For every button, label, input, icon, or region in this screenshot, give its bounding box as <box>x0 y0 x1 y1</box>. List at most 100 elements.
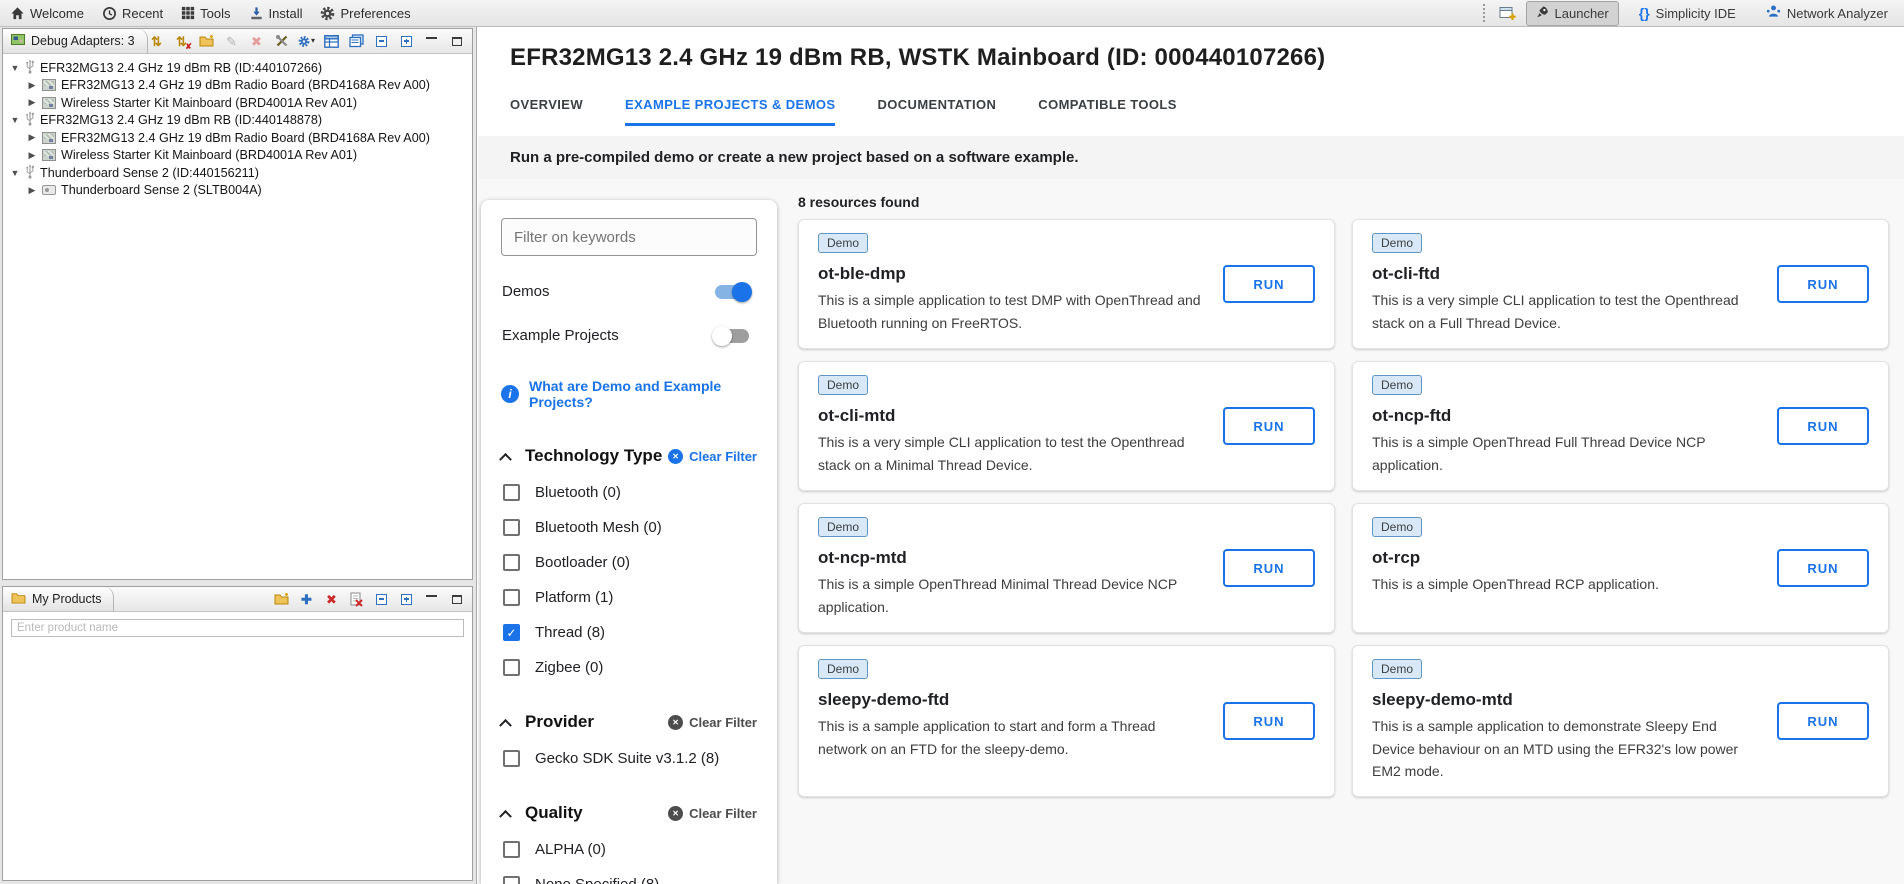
add-product-icon[interactable]: ✚ <box>298 591 315 608</box>
tree-row[interactable]: ▼ Thunderboard Sense 2 (ID:440156211) <box>3 164 472 182</box>
minimize-icon[interactable] <box>423 591 440 608</box>
connect-icon[interactable]: ⇅ <box>148 33 165 50</box>
run-button[interactable]: RUN <box>1777 702 1869 740</box>
technology-type-clear-filter[interactable]: ✕ Clear Filter <box>668 449 757 464</box>
card-title: ot-ble-dmp <box>818 264 1207 284</box>
cards-grid: Demo ot-ble-dmp This is a simple applica… <box>798 219 1896 797</box>
filter-option-zigbee[interactable]: Zigbee (0) <box>501 659 757 676</box>
checkbox[interactable] <box>503 750 520 767</box>
table-view-icon[interactable] <box>323 33 340 50</box>
run-button[interactable]: RUN <box>1223 702 1315 740</box>
expander-icon[interactable]: ▶ <box>27 150 37 161</box>
expander-icon[interactable]: ▼ <box>10 63 20 73</box>
filter-option-bluetooth[interactable]: Bluetooth (0) <box>501 484 757 501</box>
expander-icon[interactable]: ▼ <box>10 115 20 125</box>
maximize-icon[interactable] <box>448 591 465 608</box>
quality-section-header: Quality ✕ Clear Filter <box>501 803 757 823</box>
chevron-up-icon[interactable] <box>499 452 512 465</box>
rename-icon[interactable]: ✎ <box>223 33 240 50</box>
info-link-row: i What are Demo and Example Projects? <box>501 378 757 410</box>
card-description: This is a simple OpenThread RCP applicat… <box>1372 573 1761 596</box>
new-folder-icon[interactable] <box>273 591 290 608</box>
collapse-all-icon[interactable] <box>373 33 390 50</box>
perspective-network-analyzer[interactable]: Network Analyzer <box>1756 0 1898 26</box>
checkbox-checked[interactable]: ✓ <box>503 624 520 641</box>
menu-install[interactable]: Install <box>249 6 303 21</box>
layered-view-icon[interactable] <box>348 33 365 50</box>
demos-toggle[interactable] <box>715 285 749 299</box>
tree-row-label: Wireless Starter Kit Mainboard (BRD4001A… <box>61 96 357 110</box>
expander-icon[interactable]: ▶ <box>27 132 37 143</box>
run-button[interactable]: RUN <box>1777 549 1869 587</box>
run-button[interactable]: RUN <box>1223 265 1315 303</box>
perspective-launcher[interactable]: Launcher <box>1526 1 1619 26</box>
tab-documentation[interactable]: DOCUMENTATION <box>877 97 996 126</box>
tree-row[interactable]: ▼ EFR32MG13 2.4 GHz 19 dBm RB (ID:440107… <box>3 59 472 77</box>
card-ot-cli-ftd: Demo ot-cli-ftd This is a very simple CL… <box>1352 219 1889 349</box>
delete-product-icon[interactable]: ✖ <box>323 591 340 608</box>
checkbox[interactable] <box>503 519 520 536</box>
open-perspective-icon[interactable] <box>1499 5 1516 22</box>
provider-clear-filter[interactable]: ✕ Clear Filter <box>668 715 757 730</box>
expand-all-icon[interactable] <box>398 591 415 608</box>
checkbox[interactable] <box>503 554 520 571</box>
expander-icon[interactable]: ▶ <box>27 185 37 196</box>
tree-row[interactable]: ▶ Wireless Starter Kit Mainboard (BRD400… <box>3 147 472 165</box>
example-projects-toggle[interactable] <box>715 329 749 343</box>
tree-row[interactable]: ▶ Wireless Starter Kit Mainboard (BRD400… <box>3 94 472 112</box>
keyword-filter-input[interactable] <box>501 218 757 256</box>
chevron-up-icon[interactable] <box>499 809 512 822</box>
maximize-icon[interactable] <box>448 33 465 50</box>
menu-welcome[interactable]: Welcome <box>10 6 84 21</box>
minimize-icon[interactable] <box>423 33 440 50</box>
menu-tools[interactable]: Tools <box>181 6 230 21</box>
tab-example-projects-demos[interactable]: EXAMPLE PROJECTS & DEMOS <box>625 97 835 126</box>
disconnect-icon[interactable]: ⇅✘ <box>173 33 190 50</box>
checkbox[interactable] <box>503 484 520 501</box>
tree-row[interactable]: ▶ EFR32MG13 2.4 GHz 19 dBm Radio Board (… <box>3 129 472 147</box>
expander-icon[interactable]: ▼ <box>10 168 20 178</box>
tree-row-label: Thunderboard Sense 2 (ID:440156211) <box>40 166 259 180</box>
filter-option-bootloader[interactable]: Bootloader (0) <box>501 554 757 571</box>
filter-option-none-specified[interactable]: None Specified (8) <box>501 876 757 884</box>
run-button[interactable]: RUN <box>1777 265 1869 303</box>
chevron-up-icon[interactable] <box>499 718 512 731</box>
tree-row[interactable]: ▶ EFR32MG13 2.4 GHz 19 dBm Radio Board (… <box>3 77 472 95</box>
checkbox[interactable] <box>503 589 520 606</box>
expander-icon[interactable]: ▶ <box>27 80 37 91</box>
my-products-tab[interactable]: My Products <box>3 587 114 611</box>
run-button[interactable]: RUN <box>1777 407 1869 445</box>
run-button[interactable]: RUN <box>1223 407 1315 445</box>
filter-option-alpha[interactable]: ALPHA (0) <box>501 841 757 858</box>
expand-all-icon[interactable] <box>398 33 415 50</box>
demo-example-info-link[interactable]: What are Demo and Example Projects? <box>529 378 757 410</box>
settings-gear-icon[interactable]: ▾ <box>298 33 315 50</box>
perspective-simplicity-ide[interactable]: {} Simplicity IDE <box>1629 1 1746 25</box>
quality-clear-filter[interactable]: ✕ Clear Filter <box>668 806 757 821</box>
remove-all-products-icon[interactable] <box>348 591 365 608</box>
menu-install-label: Install <box>269 6 303 21</box>
filter-option-platform[interactable]: Platform (1) <box>501 589 757 606</box>
collapse-all-icon[interactable] <box>373 591 390 608</box>
menu-preferences[interactable]: Preferences <box>320 6 410 21</box>
filter-option-thread[interactable]: ✓ Thread (8) <box>501 624 757 641</box>
delete-adapter-icon[interactable]: ✖ <box>248 33 265 50</box>
run-button[interactable]: RUN <box>1223 549 1315 587</box>
adapter-tools-icon[interactable] <box>273 33 290 50</box>
menu-recent[interactable]: Recent <box>102 6 163 21</box>
filter-option-bluetooth-mesh[interactable]: Bluetooth Mesh (0) <box>501 519 757 536</box>
product-name-input[interactable] <box>11 619 464 637</box>
tb-board-icon <box>42 185 56 195</box>
new-group-icon[interactable] <box>198 33 215 50</box>
checkbox[interactable] <box>503 841 520 858</box>
tree-row[interactable]: ▶ Thunderboard Sense 2 (SLTB004A) <box>3 182 472 200</box>
checkbox[interactable] <box>503 876 520 884</box>
tab-compatible-tools[interactable]: COMPATIBLE TOOLS <box>1038 97 1177 126</box>
expander-icon[interactable]: ▶ <box>27 97 37 108</box>
tree-row[interactable]: ▼ EFR32MG13 2.4 GHz 19 dBm RB (ID:440148… <box>3 112 472 130</box>
debug-adapters-tab[interactable]: Debug Adapters: 3 <box>3 29 148 53</box>
checkbox[interactable] <box>503 659 520 676</box>
filter-option-gecko-sdk[interactable]: Gecko SDK Suite v3.1.2 (8) <box>501 750 757 767</box>
usb-icon <box>25 111 35 129</box>
tab-overview[interactable]: OVERVIEW <box>510 97 583 126</box>
